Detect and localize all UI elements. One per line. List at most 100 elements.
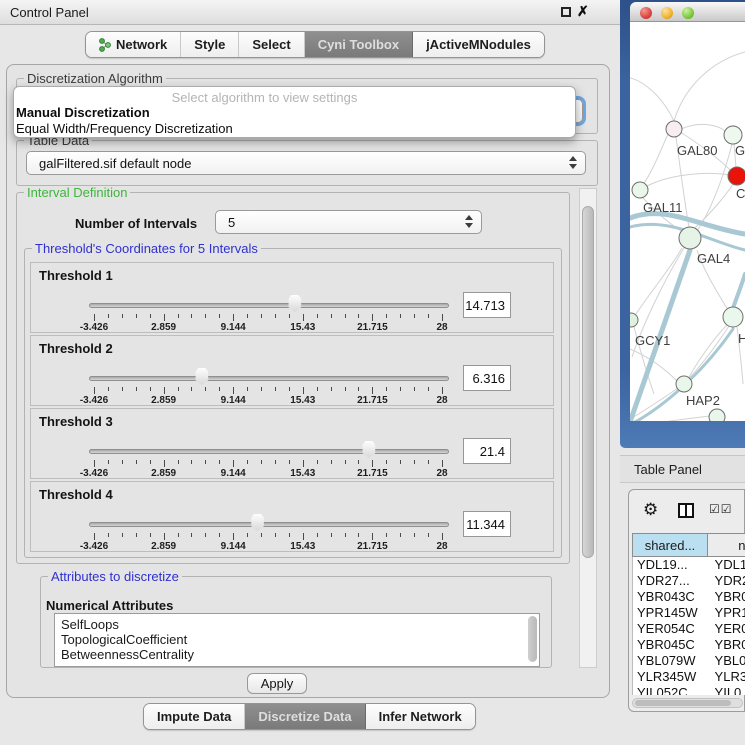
threshold-4-value-field[interactable] xyxy=(463,511,511,537)
threshold-2-slider[interactable] xyxy=(89,376,449,381)
cell-shared-name[interactable]: YBR045C xyxy=(633,637,709,653)
network-node[interactable] xyxy=(666,121,682,137)
slider-tick-label: 21.715 xyxy=(357,322,388,333)
cell-name[interactable]: YDL1 xyxy=(709,557,745,573)
column-header-shared-name[interactable]: shared... xyxy=(632,533,708,557)
select-columns-icon[interactable]: ☑☑ xyxy=(709,502,733,516)
network-node[interactable] xyxy=(676,376,692,392)
attributes-list-scrollbar[interactable] xyxy=(528,616,537,662)
table-row[interactable]: YBR045CYBR0 xyxy=(633,637,745,653)
cell-shared-name[interactable]: YDR27... xyxy=(633,573,709,589)
slider-tick xyxy=(317,533,318,537)
network-node-label: C xyxy=(736,186,745,201)
column-layout-icon[interactable] xyxy=(678,503,694,518)
threshold-1-row: Threshold 1 -3.4262.8599.14415.4321.7152… xyxy=(30,262,554,333)
slider-tick xyxy=(331,314,332,318)
threshold-3-value-field[interactable] xyxy=(463,438,511,464)
cell-name[interactable]: YBR0 xyxy=(709,637,745,653)
cell-name[interactable]: YBR0 xyxy=(709,589,745,605)
float-panel-icon[interactable] xyxy=(561,7,571,17)
slider-thumb[interactable] xyxy=(361,441,376,458)
threshold-3-slider[interactable] xyxy=(89,449,449,454)
minimize-traffic-light-icon[interactable] xyxy=(661,7,673,19)
numerical-attributes-list[interactable]: SelfLoopsTopologicalCoefficientBetweenne… xyxy=(54,613,540,667)
cell-shared-name[interactable]: YER054C xyxy=(633,621,709,637)
cell-name[interactable]: YDR2 xyxy=(709,573,745,589)
slider-tick xyxy=(275,533,276,537)
network-node[interactable] xyxy=(709,409,725,421)
slider-tick xyxy=(428,387,429,391)
slider-tick-label: 9.144 xyxy=(221,541,246,552)
threshold-2-value-field[interactable] xyxy=(463,365,511,391)
cell-shared-name[interactable]: YBL079W xyxy=(633,653,709,669)
column-header-name[interactable]: name xyxy=(708,533,745,557)
menu-item-equal-width-frequency[interactable]: Equal Width/Frequency Discretization xyxy=(16,121,233,136)
attribute-item[interactable]: SelfLoops xyxy=(55,617,539,632)
network-node[interactable] xyxy=(630,313,638,327)
tab-discretize-data[interactable]: Discretize Data xyxy=(245,704,365,729)
cell-shared-name[interactable]: YIL052C xyxy=(633,685,709,695)
panel-scrollbar-thumb[interactable] xyxy=(582,206,594,558)
apply-button[interactable]: Apply xyxy=(247,673,307,694)
slider-thumb[interactable] xyxy=(194,368,209,385)
cell-name[interactable]: YIL0 xyxy=(709,685,745,695)
table-row[interactable]: YDL19...YDL1 xyxy=(633,557,745,573)
slider-tick xyxy=(164,314,165,321)
cell-name[interactable]: YLR3 xyxy=(709,669,745,685)
threshold-4-slider[interactable] xyxy=(89,522,449,527)
slider-tick xyxy=(150,314,151,318)
table-row[interactable]: YDR27...YDR2 xyxy=(633,573,745,589)
tab-style[interactable]: Style xyxy=(181,32,239,57)
table-row[interactable]: YLR345WYLR3 xyxy=(633,669,745,685)
cell-shared-name[interactable]: YPR145W xyxy=(633,605,709,621)
threshold-1-value-field[interactable] xyxy=(463,292,511,318)
zoom-traffic-light-icon[interactable] xyxy=(682,7,694,19)
cell-name[interactable]: YER0 xyxy=(709,621,745,637)
cell-shared-name[interactable]: YDL19... xyxy=(633,557,709,573)
table-data-combobox[interactable]: galFiltered.sif default node xyxy=(26,151,586,175)
tab-network[interactable]: Network xyxy=(86,32,181,57)
slider-tick xyxy=(108,314,109,318)
control-panel-titlebar: Control Panel ✗ xyxy=(0,0,620,25)
threshold-1-slider[interactable] xyxy=(89,303,449,308)
close-traffic-light-icon[interactable] xyxy=(640,7,652,19)
table-row[interactable]: YBL079WYBL0 xyxy=(633,653,745,669)
slider-tick xyxy=(400,460,401,464)
network-node[interactable] xyxy=(679,227,701,249)
network-node[interactable] xyxy=(632,182,648,198)
table-row[interactable]: YPR145WYPR1 xyxy=(633,605,745,621)
menu-item-manual-discretization[interactable]: Manual Discretization xyxy=(16,105,150,120)
network-node[interactable] xyxy=(723,307,743,327)
threshold-3-row: Threshold 3 -3.4262.8599.14415.4321.7152… xyxy=(30,408,554,479)
slider-tick xyxy=(122,387,123,391)
network-node-label: GA xyxy=(735,143,745,158)
slider-thumb[interactable] xyxy=(250,514,265,531)
close-icon[interactable]: ✗ xyxy=(577,3,589,20)
slider-tick-label: 28 xyxy=(436,468,447,479)
network-node[interactable] xyxy=(728,167,745,185)
gear-icon[interactable]: ⚙ xyxy=(643,500,658,520)
network-node[interactable] xyxy=(724,126,742,144)
table-hscrollbar-thumb[interactable] xyxy=(635,700,731,706)
slider-tick xyxy=(428,533,429,537)
table-row[interactable]: YER054CYER0 xyxy=(633,621,745,637)
tab-select[interactable]: Select xyxy=(239,32,304,57)
tab-impute-data[interactable]: Impute Data xyxy=(144,704,245,729)
cell-shared-name[interactable]: YLR345W xyxy=(633,669,709,685)
table-row[interactable]: YBR043CYBR0 xyxy=(633,589,745,605)
tab-cyni-toolbox[interactable]: Cyni Toolbox xyxy=(305,32,413,57)
tab-infer-network[interactable]: Infer Network xyxy=(366,704,475,729)
attribute-item[interactable]: BetweennessCentrality xyxy=(55,647,539,662)
number-of-intervals-combobox[interactable]: 5 xyxy=(215,210,482,234)
table-row[interactable]: YIL052CYIL0 xyxy=(633,685,745,695)
cell-name[interactable]: YPR1 xyxy=(709,605,745,621)
network-canvas[interactable]: GAL80GACGAL11GAL4GCY1HHAP2 xyxy=(630,22,745,421)
attribute-item[interactable]: TopologicalCoefficient xyxy=(55,632,539,647)
cell-name[interactable]: YBL0 xyxy=(709,653,745,669)
cell-shared-name[interactable]: YBR043C xyxy=(633,589,709,605)
slider-tick xyxy=(122,533,123,537)
tab-jactivemnodules[interactable]: jActiveMNodules xyxy=(413,32,544,57)
slider-thumb[interactable] xyxy=(287,295,302,312)
slider-tick xyxy=(428,460,429,464)
table-hscrollbar[interactable] xyxy=(632,698,743,708)
